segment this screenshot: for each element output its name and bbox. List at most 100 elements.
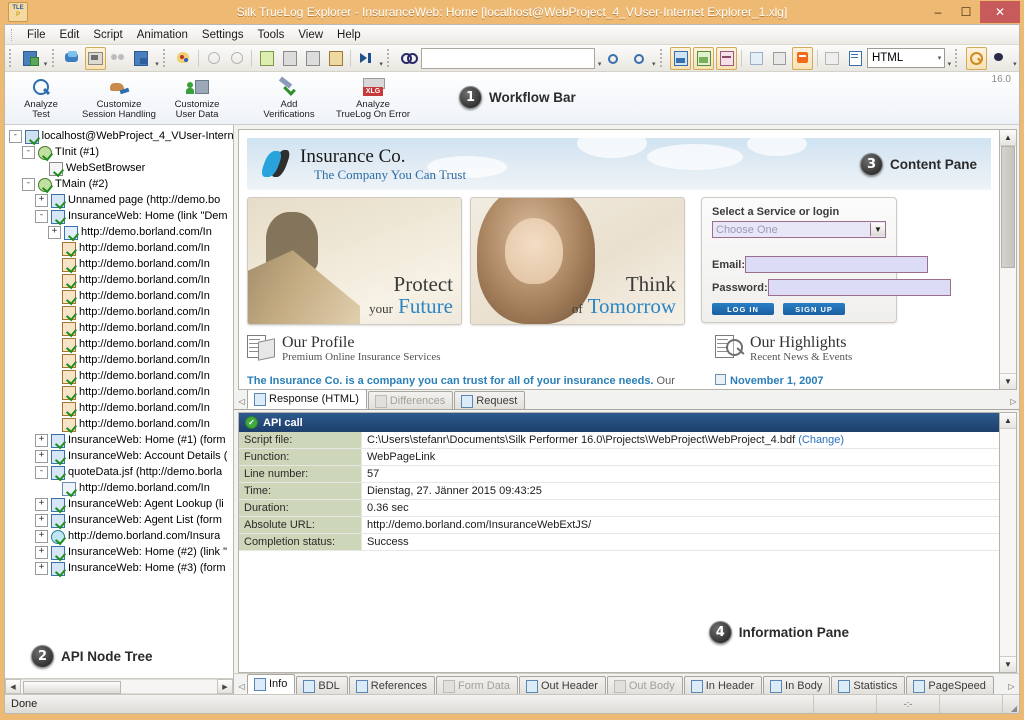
scroll-track[interactable] — [1000, 146, 1016, 373]
tree-node[interactable]: -quoteData.jsf (http://demo.borla — [9, 464, 233, 480]
show-page-icon[interactable] — [670, 47, 691, 70]
log-in-button[interactable]: LOG IN — [712, 303, 774, 315]
tree-node[interactable]: http://demo.borland.com/In — [9, 480, 233, 496]
prev-page-icon[interactable] — [279, 47, 300, 70]
scroll-thumb[interactable] — [23, 681, 121, 694]
first-page-icon[interactable] — [256, 47, 277, 70]
scroll-down-arrow-icon[interactable]: ▼ — [1000, 373, 1016, 389]
menu-animation[interactable]: Animation — [130, 27, 195, 43]
collapse-toggle-icon[interactable]: - — [22, 146, 35, 159]
workflow-customize-user-data[interactable]: Customize User Data — [161, 74, 233, 120]
compare-settings-icon[interactable] — [769, 47, 790, 70]
show-image-icon[interactable] — [693, 47, 714, 70]
tab-scroll-left-icon[interactable]: ◁ — [236, 678, 247, 694]
show-text-icon[interactable] — [716, 47, 737, 70]
tab-in-header[interactable]: In Header — [684, 676, 762, 694]
tree-node[interactable]: WebSetBrowser — [9, 160, 233, 176]
tree-node[interactable]: -InsuranceWeb: Home (link "Dem — [9, 208, 233, 224]
password-field[interactable] — [768, 279, 951, 296]
toolbar-overflow-6[interactable]: ▾ — [1011, 48, 1019, 68]
animation-icon[interactable] — [85, 47, 106, 70]
tab-scroll-right-icon[interactable]: ▷ — [1006, 678, 1017, 694]
scroll-up-arrow-icon[interactable]: ▲ — [1000, 130, 1016, 146]
toolbar-grip-5[interactable] — [660, 49, 667, 67]
scroll-right-arrow-icon[interactable]: ▶ — [217, 679, 233, 694]
api-node-tree[interactable]: -localhost@WebProject_4_VUser-Interne-TI… — [5, 125, 233, 637]
tab-statistics[interactable]: Statistics — [831, 676, 905, 694]
scroll-track[interactable] — [21, 679, 217, 694]
toolbar-overflow-3[interactable]: ▾ — [377, 48, 385, 68]
tree-node[interactable]: http://demo.borland.com/In — [9, 272, 233, 288]
service-select[interactable]: Choose One ▼ — [712, 221, 886, 238]
tab-in-body[interactable]: In Body — [763, 676, 830, 694]
scroll-thumb[interactable] — [1001, 146, 1015, 268]
tree-node[interactable]: +http://demo.borland.com/In — [9, 224, 233, 240]
menu-tools[interactable]: Tools — [250, 27, 291, 43]
workflow-analyze-truelog-on-error[interactable]: XLG Analyze TrueLog On Error — [331, 74, 415, 120]
expand-toggle-icon[interactable]: + — [35, 498, 48, 511]
tree-node[interactable]: +InsuranceWeb: Home (#3) (form — [9, 560, 233, 576]
tab-differences[interactable]: Differences — [368, 391, 453, 409]
tree-node[interactable]: +Unnamed page (http://demo.bo — [9, 192, 233, 208]
tab-bdl[interactable]: BDL — [296, 676, 347, 694]
wrap-lines-icon[interactable] — [792, 47, 813, 70]
tab-response-html[interactable]: Response (HTML) — [247, 389, 367, 409]
tree-node[interactable]: +InsuranceWeb: Agent Lookup (li — [9, 496, 233, 512]
expand-toggle-icon[interactable]: + — [35, 450, 48, 463]
tab-references[interactable]: References — [349, 676, 435, 694]
tree-node[interactable]: http://demo.borland.com/In — [9, 256, 233, 272]
inspect-icon[interactable] — [966, 47, 987, 70]
toolbar-overflow-5[interactable]: ▾ — [945, 48, 953, 68]
refresh-icon[interactable] — [62, 47, 83, 70]
toolbar-grip-1[interactable] — [9, 49, 16, 67]
collapse-toggle-icon[interactable]: - — [9, 130, 22, 143]
collapse-toggle-icon[interactable]: - — [35, 466, 48, 479]
tree-node[interactable]: +InsuranceWeb: Home (#1) (form — [9, 432, 233, 448]
tree-node[interactable]: -TMain (#2) — [9, 176, 233, 192]
last-page-icon[interactable] — [325, 47, 346, 70]
find-icon[interactable] — [398, 47, 419, 70]
tab-form-data[interactable]: Form Data — [436, 676, 518, 694]
expand-toggle-icon[interactable]: + — [35, 514, 48, 527]
new-project-icon[interactable] — [19, 47, 40, 70]
debug-bug-icon[interactable] — [989, 47, 1010, 70]
sign-up-button[interactable]: SIGN UP — [783, 303, 845, 315]
document-view-icon[interactable] — [845, 47, 866, 70]
resize-grip-icon[interactable]: ◢ — [1003, 695, 1019, 714]
tab-info[interactable]: Info — [247, 674, 295, 694]
scroll-track[interactable] — [1000, 429, 1016, 656]
promo-think-of-tomorrow[interactable]: Think of Tomorrow — [470, 197, 685, 325]
collapse-toggle-icon[interactable]: - — [22, 178, 35, 191]
workflow-analyze-test[interactable]: Analyze Test — [5, 74, 77, 120]
menu-edit[interactable]: Edit — [53, 27, 87, 43]
network-icon[interactable] — [108, 47, 129, 70]
scroll-left-arrow-icon[interactable]: ◀ — [5, 679, 21, 694]
tab-scroll-left-icon[interactable]: ◁ — [236, 393, 247, 409]
play-end-icon[interactable] — [355, 47, 376, 70]
content-vertical-scrollbar[interactable]: ▲ ▼ — [1000, 129, 1017, 390]
tree-node[interactable]: http://demo.borland.com/In — [9, 320, 233, 336]
next-page-icon[interactable] — [302, 47, 323, 70]
tree-node[interactable]: http://demo.borland.com/In — [9, 288, 233, 304]
tab-request[interactable]: Request — [454, 391, 525, 409]
tab-out-header[interactable]: Out Header — [519, 676, 606, 694]
expand-toggle-icon[interactable]: + — [35, 546, 48, 559]
tree-node[interactable]: http://demo.borland.com/In — [9, 352, 233, 368]
tree-node[interactable]: -TInit (#1) — [9, 144, 233, 160]
toolbar-overflow-2[interactable]: ▾ — [153, 48, 161, 68]
tab-pagespeed[interactable]: PageSpeed — [906, 676, 994, 694]
palette-icon[interactable] — [173, 47, 194, 70]
tree-node[interactable]: http://demo.borland.com/In — [9, 416, 233, 432]
export-icon[interactable] — [131, 47, 152, 70]
tab-scroll-right-icon[interactable]: ▷ — [1008, 393, 1019, 409]
find-previous-icon[interactable] — [605, 47, 626, 70]
menu-settings[interactable]: Settings — [195, 27, 251, 43]
menu-file[interactable]: File — [20, 27, 53, 43]
menu-script[interactable]: Script — [86, 27, 129, 43]
search-input[interactable] — [421, 48, 595, 69]
promo-protect-your-future[interactable]: Protect your Future — [247, 197, 462, 325]
search-dropdown-arrow[interactable]: ▾ — [596, 48, 604, 68]
toolbar-grip-4[interactable] — [387, 49, 394, 67]
expand-toggle-icon[interactable]: + — [35, 530, 48, 543]
toolbar-overflow-1[interactable]: ▾ — [41, 48, 49, 68]
